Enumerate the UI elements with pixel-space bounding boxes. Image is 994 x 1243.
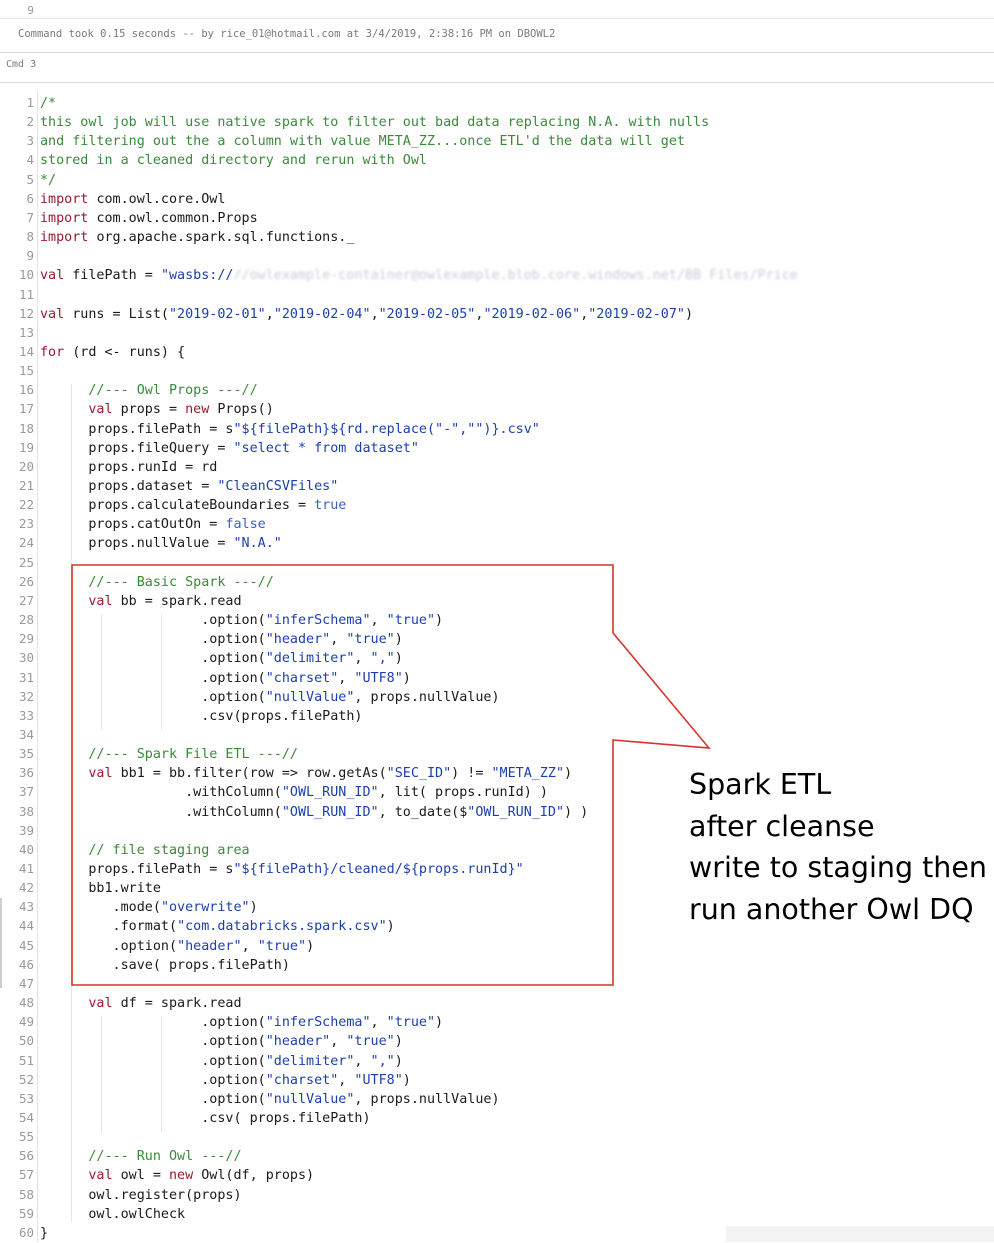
annotation-text: Spark ETL after cleanse write to staging… — [689, 764, 989, 930]
annotation-line: run another Owl DQ — [689, 892, 974, 926]
callout-border — [71, 564, 711, 986]
annotation-line: after cleanse — [689, 809, 875, 843]
annotation-line: Spark ETL — [689, 768, 832, 801]
annotation-callout-box — [71, 564, 711, 986]
left-scroll-indicator — [0, 898, 2, 988]
annotation-line: write to staging then — [689, 851, 987, 884]
horizontal-scrollbar[interactable] — [726, 1226, 994, 1242]
